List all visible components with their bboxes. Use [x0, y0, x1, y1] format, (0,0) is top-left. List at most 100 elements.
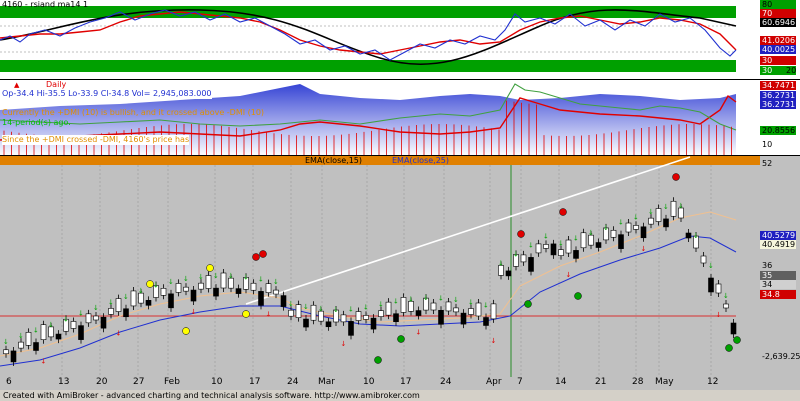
- price-candle: [115, 298, 122, 312]
- green-signal-dot: [397, 335, 405, 343]
- date-tick-label: Feb: [164, 377, 180, 387]
- buy-arrow-icon: ↓: [258, 275, 264, 283]
- buy-arrow-icon: ↓: [573, 234, 579, 242]
- buy-arrow-icon: ↓: [78, 310, 84, 318]
- price-candle: [445, 301, 452, 312]
- green-signal-dot: [574, 292, 582, 300]
- axis-value-label: 40.4919: [760, 240, 796, 249]
- footer-credit: Created with AmiBroker - advanced charti…: [0, 390, 800, 401]
- axis-value-label: 70: [760, 9, 796, 18]
- sell-arrow-icon: ↓: [416, 329, 422, 337]
- price-candle: [235, 288, 242, 294]
- price-candle: [505, 270, 512, 277]
- yellow-signal-dot: [182, 327, 190, 335]
- buy-arrow-icon: ↓: [123, 293, 129, 301]
- buy-arrow-icon: ↓: [498, 259, 504, 267]
- buy-arrow-icon: ↓: [33, 327, 39, 335]
- sell-arrow-icon: ↓: [716, 311, 722, 319]
- axis-value-label: 60.6946: [760, 18, 796, 27]
- price-candle: [520, 254, 527, 263]
- green-signal-dot: [733, 336, 741, 344]
- price-candle: [648, 217, 654, 225]
- price-candle: [400, 297, 407, 313]
- price-candle: [640, 226, 647, 239]
- price-candle: [700, 255, 707, 264]
- buy-arrow-icon: ↓: [288, 300, 294, 308]
- date-tick-label: 10: [363, 377, 375, 387]
- oversold-band: [0, 60, 736, 72]
- price-candle: [25, 332, 32, 346]
- sell-arrow-icon: ↓: [116, 330, 122, 338]
- date-tick-label: 28: [632, 377, 644, 387]
- axis-value-label: 80: [760, 0, 796, 9]
- price-candle: [670, 200, 677, 217]
- sell-arrow-icon: ↓: [341, 340, 347, 348]
- price-candle: [220, 272, 227, 289]
- red-signal-dot: [259, 250, 267, 258]
- price-candle: [475, 302, 482, 317]
- date-tick-label: 21: [595, 377, 607, 387]
- buy-arrow-icon: ↓: [378, 301, 384, 309]
- buy-arrow-icon: ↓: [588, 229, 594, 237]
- date-tick-label: Apr: [486, 377, 502, 387]
- date-tick-label: Mar: [318, 377, 335, 387]
- axis-value-label: 36: [762, 261, 773, 270]
- price-candle: [708, 277, 714, 293]
- rsi-pane[interactable]: 4160 - rsiand ma14 1 80 70 60.6946 41.0206 4…: [0, 0, 800, 79]
- buy-arrow-icon: ↓: [603, 224, 609, 232]
- buy-arrow-icon: ↓: [648, 208, 654, 216]
- date-tick-label: 14: [555, 377, 567, 387]
- axis-value-label: 40.5279: [760, 231, 796, 240]
- buy-arrow-icon: ↓: [693, 232, 699, 240]
- price-candle: [340, 314, 347, 323]
- price-candle: [3, 349, 9, 355]
- axis-value-label: 20.8556: [760, 126, 796, 135]
- price-candle: [100, 316, 107, 329]
- buy-arrow-icon: ↓: [243, 273, 249, 281]
- date-tick-label: 17: [400, 377, 412, 387]
- buy-arrow-icon: ↓: [153, 282, 159, 290]
- price-candle: [378, 310, 384, 317]
- buy-arrow-icon: ↓: [183, 275, 189, 283]
- price-candle: [468, 308, 474, 315]
- price-candle: [415, 310, 422, 316]
- buy-arrow-icon: ↓: [3, 338, 9, 346]
- axis-value-label: 40.0025: [760, 45, 796, 54]
- red-signal-dot: [252, 253, 260, 261]
- buy-arrow-icon: ↓: [678, 202, 684, 210]
- price-candle: [715, 283, 722, 294]
- rsi-pane-title: 4160 - rsiand ma14 1: [2, 0, 89, 9]
- date-tick-label: 12: [707, 377, 719, 387]
- buy-arrow-icon: ↓: [213, 272, 219, 280]
- price-candle: [198, 282, 204, 290]
- price-chart: ↓ ↓ ↓ ↓ ↓ ↓ ↓ ↓ ↓ ↓ ↓ ↓ ↓ ↓ ↓ ↓ ↓ ↓ ↓ ↓ ↓ ↓ ↓ ↓ ↓ ↓ ↓ ↓ ↓ ↓ ↓ ↓ ↓ ↓ ↓ ↓ ↓ ↓ ↓ ↓…: [0, 156, 760, 377]
- price-candle: [370, 317, 377, 330]
- dmi-pane[interactable]: ▲ Daily Op-34.4 Hi-35.5 Lo-33.9 Cl-34.8 …: [0, 79, 800, 156]
- buy-arrow-icon: ↓: [348, 305, 354, 313]
- red-signal-dot: [559, 208, 567, 216]
- buy-arrow-icon: ↓: [363, 303, 369, 311]
- red-signal-dot: [672, 173, 680, 181]
- axis-value-label: 10: [762, 140, 773, 149]
- price-candle: [70, 321, 77, 329]
- price-candle: [10, 350, 17, 363]
- price-candle: [168, 293, 174, 309]
- price-pane[interactable]: ↓ ↓ ↓ ↓ ↓ ↓ ↓ ↓ ↓ ↓ ↓ ↓ ↓ ↓ ↓ ↓ ↓ ↓ ↓ ↓ ↓ ↓ ↓ ↓ ↓ ↓ ↓ ↓ ↓ ↓ ↓ ↓ ↓ ↓ ↓ ↓ ↓ ↓ ↓ ↓…: [0, 155, 800, 377]
- price-candle: [363, 315, 369, 320]
- price-candle: [213, 287, 219, 297]
- price-candle: [190, 289, 197, 302]
- price-candle: [303, 318, 309, 328]
- axis-value-label: -2,639.25: [762, 352, 800, 361]
- sell-arrow-icon: ↓: [641, 245, 647, 253]
- axis-value-label: 34: [760, 280, 796, 289]
- buy-arrow-icon: ↓: [408, 295, 414, 303]
- buy-arrow-icon: ↓: [723, 292, 729, 300]
- price-candle: [655, 208, 662, 222]
- sell-arrow-icon: ↓: [566, 271, 572, 279]
- sell-arrow-icon: ↓: [41, 358, 47, 366]
- price-candle: [205, 275, 212, 289]
- price-candle: [543, 244, 549, 249]
- buy-arrow-icon: ↓: [708, 262, 714, 270]
- date-tick-label: 17: [249, 377, 261, 387]
- buy-arrow-icon: ↓: [618, 219, 624, 227]
